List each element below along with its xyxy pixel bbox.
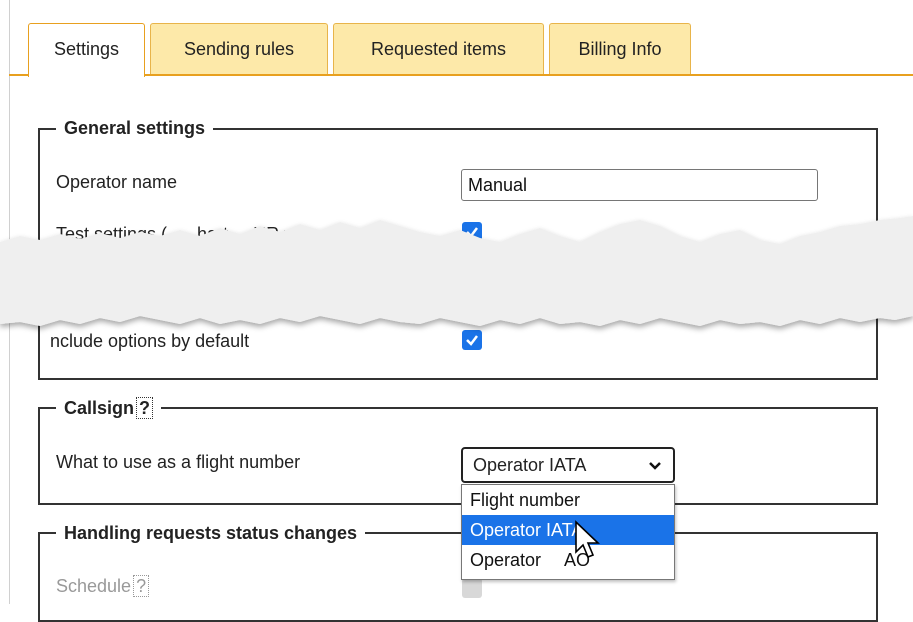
option-operator-icao[interactable]: Operator AO — [462, 545, 674, 575]
flight-number-dropdown: Flight number Operator IATA Operator AO — [461, 484, 675, 580]
mouse-cursor-icon — [575, 520, 600, 559]
schedule-label: Schedule? — [56, 575, 150, 597]
tab-settings[interactable]: Settings — [28, 23, 145, 77]
option-flight-number[interactable]: Flight number — [462, 485, 674, 515]
flight-number-label: What to use as a flight number — [56, 452, 301, 472]
schedule-checkbox[interactable] — [462, 578, 482, 598]
operator-name-input[interactable] — [461, 169, 818, 201]
chevron-down-icon — [649, 462, 661, 470]
schedule-help-icon[interactable]: ? — [133, 575, 150, 597]
general-settings-legend: General settings — [56, 117, 214, 139]
tab-sending-rules[interactable]: Sending rules — [150, 23, 328, 74]
handling-requests-legend: Handling requests status changes — [56, 522, 366, 544]
tab-billing-info[interactable]: Billing Info — [549, 23, 691, 74]
flight-number-select[interactable]: Operator IATA — [461, 447, 675, 483]
tab-requested-items[interactable]: Requested items — [333, 23, 544, 74]
option-operator-iata[interactable]: Operator IATA — [462, 515, 674, 545]
callsign-legend: Callsign? — [56, 397, 162, 419]
callsign-help-icon[interactable]: ? — [136, 397, 154, 419]
handling-requests-group — [38, 532, 878, 622]
operator-name-label: Operator name — [56, 172, 178, 192]
torn-edge-overlay — [0, 216, 913, 326]
